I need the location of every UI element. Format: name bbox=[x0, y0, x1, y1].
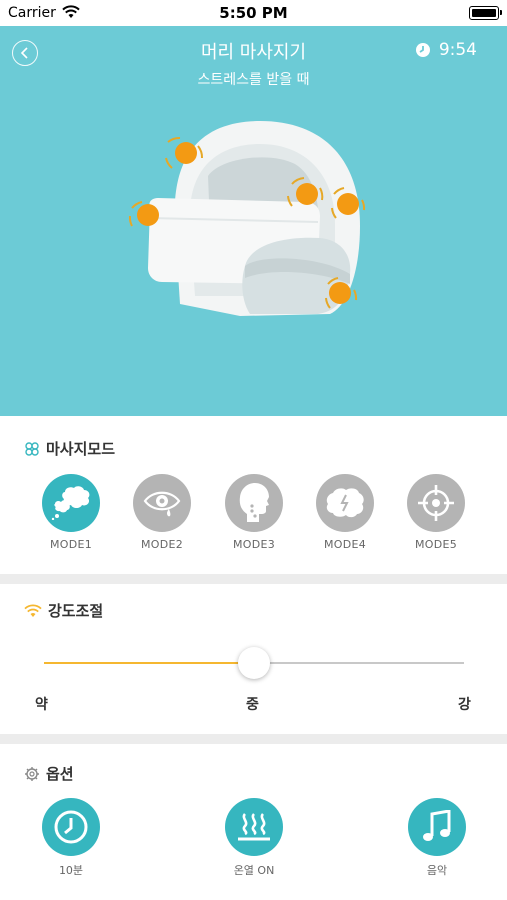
options-title: 옵션 bbox=[46, 765, 74, 783]
music-option-button[interactable]: 음악 bbox=[387, 798, 487, 878]
timer-option-button[interactable]: 10분 bbox=[21, 798, 121, 878]
music-note-icon bbox=[408, 798, 466, 856]
status-bar: Carrier 5:50 PM bbox=[0, 0, 507, 26]
clock-icon bbox=[42, 798, 100, 856]
mode-button-5[interactable]: MODE5 bbox=[396, 474, 476, 551]
heat-icon bbox=[225, 798, 283, 856]
slider-thumb[interactable] bbox=[238, 647, 270, 679]
gear-icon bbox=[25, 766, 39, 781]
eye-icon bbox=[133, 474, 191, 532]
hero-banner: 머리 마사지기 스트레스를 받을 때 9:54 bbox=[0, 26, 507, 416]
mode-label-4: MODE4 bbox=[323, 538, 367, 551]
section-divider bbox=[0, 574, 507, 584]
intensity-title: 강도조절 bbox=[48, 602, 104, 620]
mode-button-4[interactable]: MODE4 bbox=[305, 474, 385, 551]
music-option-label: 음악 bbox=[426, 864, 448, 877]
mode-list: MODE1 MODE2 MODE3 MODE4 MODE5 bbox=[0, 474, 507, 554]
intensity-label-mid: 중 bbox=[246, 697, 259, 713]
speech-bubbles-icon bbox=[42, 474, 100, 532]
session-timer: 9:54 bbox=[415, 40, 477, 60]
propeller-icon bbox=[25, 441, 39, 456]
signal-icon bbox=[24, 604, 42, 617]
intensity-label-high: 강 bbox=[458, 697, 471, 713]
heat-option-button[interactable]: 온열 ON bbox=[204, 798, 304, 878]
mode-label-1: MODE1 bbox=[49, 538, 93, 551]
massage-mode-header: 마사지모드 bbox=[24, 438, 115, 459]
mode-button-1[interactable]: MODE1 bbox=[31, 474, 111, 551]
head-massager-illustration bbox=[128, 121, 366, 316]
intensity-label-low: 약 bbox=[35, 697, 48, 713]
brain-icon bbox=[316, 474, 374, 532]
mode-label-3: MODE3 bbox=[232, 538, 276, 551]
timer-option-label: 10분 bbox=[58, 864, 84, 877]
intensity-header: 강도조절 bbox=[24, 600, 103, 621]
timer-value: 9:54 bbox=[438, 40, 477, 60]
head-profile-icon bbox=[225, 474, 283, 532]
mode-button-3[interactable]: MODE3 bbox=[214, 474, 294, 551]
clock-time: 5:50 PM bbox=[219, 4, 288, 22]
page-subtitle: 스트레스를 받을 때 bbox=[197, 72, 310, 88]
mode-button-2[interactable]: MODE2 bbox=[122, 474, 202, 551]
slider-track-inactive bbox=[254, 662, 464, 664]
timer-icon bbox=[415, 43, 430, 57]
massage-mode-title: 마사지모드 bbox=[46, 440, 116, 458]
mode-label-5: MODE5 bbox=[414, 538, 458, 551]
section-divider bbox=[0, 734, 507, 744]
slider-track-active bbox=[44, 662, 254, 664]
heat-option-label: 온열 ON bbox=[233, 864, 275, 877]
target-icon bbox=[407, 474, 465, 532]
options-header: 옵션 bbox=[24, 763, 74, 784]
mode-label-2: MODE2 bbox=[140, 538, 184, 551]
battery-icon bbox=[469, 6, 502, 20]
